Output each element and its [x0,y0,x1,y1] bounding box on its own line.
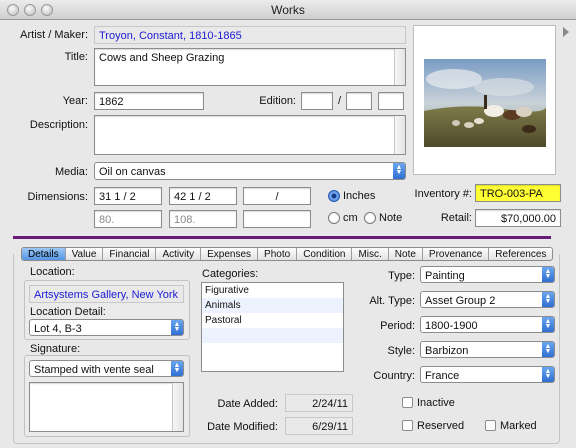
type-label: Type: [388,270,415,282]
period-dropdown[interactable]: 1800-1900 ▲ ▼ [420,316,555,333]
disclosure-arrow-icon[interactable] [563,27,569,37]
retail-field[interactable]: $70,000.00 [475,209,561,227]
location-detail-value: Lot 4, B-3 [34,323,82,335]
artwork-thumbnail [424,59,546,147]
list-item[interactable]: Figurative [202,283,343,298]
signature-dropdown[interactable]: Stamped with vente seal ▲ ▼ [29,360,184,377]
period-label: Period: [380,320,415,332]
depth-field[interactable]: / [243,187,311,205]
location-detail-dropdown[interactable]: Lot 4, B-3 ▲ ▼ [29,319,184,336]
dropdown-arrow-icon: ▲ ▼ [542,317,554,332]
location-label: Location: [30,266,75,278]
note-radio[interactable] [364,212,376,224]
artist-field[interactable]: Troyon, Constant, 1810-1865 [94,26,406,44]
style-label: Style: [387,345,415,357]
media-dropdown[interactable]: Oil on canvas ▲ ▼ [94,162,406,180]
close-window-button[interactable] [7,4,19,16]
alt-type-value: Asset Group 2 [425,295,496,307]
inches-label: Inches [343,190,376,202]
artwork-image-well[interactable] [413,25,556,175]
window-titlebar: Works [0,0,576,20]
height-field[interactable]: 31 1 / 2 [94,187,162,205]
date-modified-label: Date Modified: [207,421,278,433]
edition-extra-field[interactable] [378,92,404,110]
note-label: Note [379,212,403,224]
marked-checkbox[interactable] [485,420,496,431]
title-value: Cows and Sheep Grazing [99,52,225,64]
reserved-checkbox[interactable] [402,420,413,431]
country-dropdown[interactable]: France ▲ ▼ [420,366,555,383]
description-label: Description: [29,119,88,131]
edition-separator: / [338,95,342,107]
location-detail-label: Location Detail: [30,306,106,318]
edition-label: Edition: [259,95,296,107]
width-metric-field[interactable]: 108. [169,210,237,228]
media-label: Media: [54,166,88,178]
description-field[interactable] [94,115,406,155]
country-value: France [425,370,460,382]
dropdown-arrow-icon: ▲ ▼ [542,367,554,382]
list-item[interactable]: Animals [202,298,343,313]
year-field[interactable]: 1862 [94,92,204,110]
year-label: Year: [62,95,88,107]
categories-list[interactable]: Figurative Animals Pastoral [201,282,344,372]
title-scrollbar[interactable] [394,49,405,85]
style-dropdown[interactable]: Barbizon ▲ ▼ [420,341,555,358]
marked-label: Marked [500,420,537,432]
date-added-field: 2/24/11 [285,394,353,412]
cm-radio[interactable] [328,212,340,224]
zoom-window-button[interactable] [41,4,53,16]
retail-label: Retail: [440,212,472,224]
list-item[interactable]: Pastoral [202,313,343,328]
alt-type-label: Alt. Type: [369,295,415,307]
list-item[interactable] [202,328,343,343]
date-modified-field: 6/29/11 [285,417,353,435]
type-dropdown[interactable]: Painting ▲ ▼ [420,266,555,283]
minimize-window-button[interactable] [24,4,36,16]
edition-number-field[interactable] [301,92,333,110]
dropdown-arrow-icon: ▲ ▼ [542,342,554,357]
window-title: Works [271,3,305,17]
depth-metric-field[interactable] [243,210,311,228]
dropdown-arrow-icon: ▲ ▼ [542,267,554,282]
width-field[interactable]: 42 1 / 2 [169,187,237,205]
style-value: Barbizon [425,345,469,357]
location-field[interactable]: Artsystems Gallery, New York [29,285,184,303]
signature-value: Stamped with vente seal [34,364,154,376]
reserved-label: Reserved [417,420,465,432]
date-added-label: Date Added: [217,398,278,410]
dropdown-arrow-icon: ▲ ▼ [542,292,554,307]
edition-total-field[interactable] [346,92,372,110]
media-value: Oil on canvas [99,166,166,178]
alt-type-dropdown[interactable]: Asset Group 2 ▲ ▼ [420,291,555,308]
height-metric-field[interactable]: 80. [94,210,162,228]
signature-notes-scrollbar[interactable] [172,383,183,431]
title-label: Title: [64,51,88,63]
type-value: Painting [425,270,465,282]
categories-label: Categories: [202,268,259,280]
cm-label: cm [343,212,358,224]
period-value: 1800-1900 [425,320,478,332]
description-scrollbar[interactable] [394,116,405,154]
signature-notes-field[interactable] [29,382,184,432]
dropdown-arrow-icon: ▲ ▼ [171,320,183,335]
inventory-field[interactable]: TRO-003-PA [475,184,561,202]
dropdown-arrow-icon: ▲ ▼ [171,361,183,376]
inches-radio[interactable] [328,190,340,202]
dimensions-label: Dimensions: [27,191,88,203]
country-label: Country: [373,370,415,382]
signature-label: Signature: [30,343,81,355]
inactive-label: Inactive [417,397,455,409]
title-field[interactable]: Cows and Sheep Grazing [94,48,406,86]
inactive-checkbox[interactable] [402,397,413,408]
artist-label: Artist / Maker: [20,29,88,41]
section-divider [13,236,551,239]
dropdown-arrow-icon: ▲ ▼ [393,163,405,179]
inventory-label: Inventory #: [414,188,472,200]
